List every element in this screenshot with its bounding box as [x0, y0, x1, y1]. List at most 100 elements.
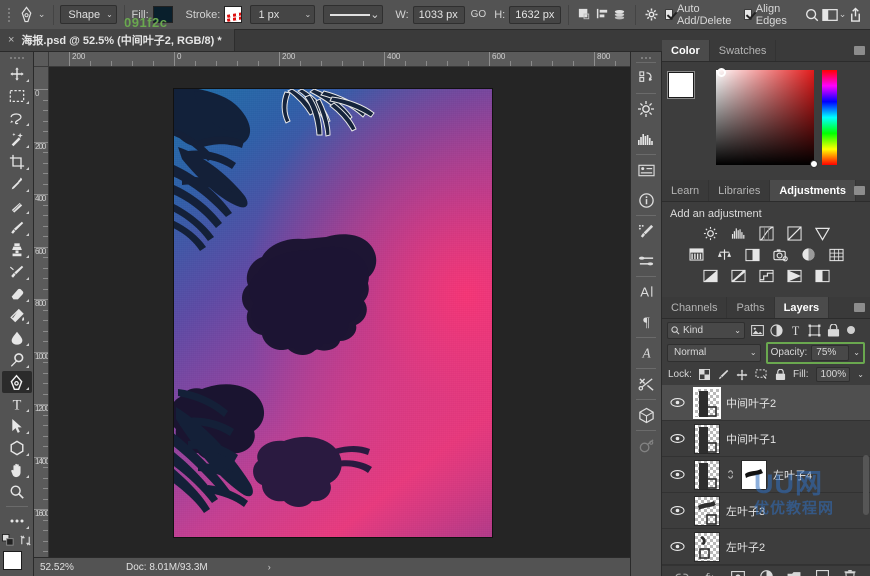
layer-thumbnail[interactable]	[694, 496, 720, 526]
shape-mode-select[interactable]: Shape ⌄	[60, 5, 117, 24]
tools-panel-grip[interactable]	[10, 54, 24, 63]
invert-icon[interactable]	[702, 268, 719, 283]
path-operations-icon[interactable]	[576, 3, 593, 27]
selective-color-icon[interactable]	[814, 268, 831, 283]
color-picker-handle[interactable]	[717, 68, 726, 77]
layer-visibility-icon[interactable]	[666, 505, 688, 516]
table-row[interactable]: 左叶子3	[662, 493, 870, 529]
stroke-color-swatch[interactable]	[224, 6, 242, 23]
mask-link-icon[interactable]	[726, 469, 735, 480]
auto-add-delete-checkbox[interactable]: Auto Add/Delete	[665, 3, 734, 27]
foreground-color-swatch[interactable]	[668, 72, 694, 98]
hue-saturation-icon[interactable]	[688, 247, 705, 262]
channel-mixer-icon[interactable]	[800, 247, 817, 262]
link-dimensions-button[interactable]: GO	[471, 9, 487, 20]
history-panel-icon[interactable]	[631, 63, 661, 93]
brush-settings-panel-icon[interactable]	[631, 216, 661, 246]
pixel-layers-icon[interactable]	[750, 323, 764, 338]
dodge-tool[interactable]	[2, 349, 32, 371]
opacity-control[interactable]: Opacity: 75% ⌄	[766, 342, 865, 364]
photo-filter-icon[interactable]	[772, 247, 789, 262]
path-alignment-icon[interactable]	[593, 3, 610, 27]
panel-menu-icon[interactable]	[854, 46, 865, 55]
color-swatches[interactable]	[3, 551, 31, 576]
shape-layers-icon[interactable]	[807, 323, 821, 338]
brushes-panel-icon[interactable]	[631, 246, 661, 276]
type-tool[interactable]: T	[2, 393, 32, 415]
tab-libraries[interactable]: Libraries	[709, 180, 770, 201]
horizontal-ruler[interactable]: 2000200400600800	[34, 52, 630, 67]
pen-tool-icon[interactable]	[15, 2, 38, 28]
filter-toggle-icon[interactable]	[847, 326, 855, 334]
delete-layer-button[interactable]	[843, 570, 857, 576]
tab-color[interactable]: Color	[662, 40, 710, 61]
clone-stamp-tool[interactable]	[2, 239, 32, 261]
quick-selection-tool[interactable]	[2, 129, 32, 151]
character-styles-panel-icon[interactable]: A	[631, 338, 661, 368]
chevron-down-icon[interactable]: ⌄	[857, 370, 864, 379]
layer-visibility-icon[interactable]	[666, 397, 688, 408]
gradient-map-icon[interactable]	[786, 268, 803, 283]
status-menu-arrow-icon[interactable]: ›	[268, 562, 271, 572]
tool-presets-panel-icon[interactable]	[631, 369, 661, 399]
layer-name[interactable]: 左叶子4	[773, 467, 812, 483]
options-bar-grip[interactable]	[4, 2, 15, 28]
histogram-panel-icon[interactable]	[631, 124, 661, 154]
layer-visibility-icon[interactable]	[666, 433, 688, 444]
shape-tool[interactable]	[2, 437, 32, 459]
lock-image-icon[interactable]	[718, 368, 730, 381]
color-panel-swatches[interactable]	[668, 72, 708, 112]
path-arrangement-icon[interactable]	[611, 3, 628, 27]
share-icon[interactable]	[847, 3, 864, 27]
paragraph-panel-icon[interactable]: ¶	[631, 307, 661, 337]
edit-toolbar-button[interactable]	[2, 510, 32, 532]
default-colors-icon[interactable]	[2, 534, 15, 547]
width-input[interactable]: 1033 px	[413, 6, 465, 24]
panel-menu-icon[interactable]	[854, 303, 865, 312]
tab-paths[interactable]: Paths	[727, 297, 774, 318]
move-tool[interactable]	[2, 63, 32, 85]
panel-menu-icon[interactable]	[854, 186, 865, 195]
history-brush-tool[interactable]	[2, 261, 32, 283]
layer-mask-thumbnail[interactable]	[741, 460, 767, 490]
stroke-style-select[interactable]: ⌄	[323, 5, 383, 24]
vertical-ruler[interactable]: 020040060080010001200140016001800	[34, 67, 49, 557]
stroke-width-select[interactable]: 1 px ⌄	[250, 5, 315, 24]
table-row[interactable]: 左叶子4	[662, 457, 870, 493]
adjustment-layers-icon[interactable]	[769, 323, 783, 338]
layer-name[interactable]: 左叶子3	[726, 503, 765, 519]
layer-thumbnail[interactable]	[694, 532, 720, 562]
layer-name[interactable]: 左叶子2	[726, 539, 765, 555]
color-lookup-icon[interactable]	[828, 247, 845, 262]
lock-position-icon[interactable]	[736, 368, 748, 381]
layer-list-scrollbar[interactable]	[863, 455, 869, 515]
eraser-tool[interactable]	[2, 283, 32, 305]
close-icon[interactable]: ×	[8, 34, 14, 46]
layer-style-button[interactable]: fx	[703, 570, 717, 576]
tab-adjustments[interactable]: Adjustments	[770, 180, 856, 201]
tab-swatches[interactable]: Swatches	[710, 40, 777, 61]
gradient-tool[interactable]	[2, 305, 32, 327]
new-layer-button[interactable]	[815, 570, 829, 576]
new-group-button[interactable]	[787, 570, 801, 576]
layer-visibility-icon[interactable]	[666, 469, 688, 480]
vibrance-icon[interactable]	[814, 226, 831, 241]
properties-panel-icon[interactable]	[631, 155, 661, 185]
info-panel-icon[interactable]	[631, 185, 661, 215]
hand-tool[interactable]	[2, 459, 32, 481]
healing-brush-tool[interactable]	[2, 195, 32, 217]
new-adjustment-layer-button[interactable]	[759, 570, 773, 576]
layer-thumbnail[interactable]	[694, 388, 720, 418]
fill-input[interactable]: 100%	[816, 367, 851, 382]
link-layers-button[interactable]	[675, 570, 689, 576]
table-row[interactable]: 中间叶子1	[662, 421, 870, 457]
table-row[interactable]: 中间叶子2	[662, 385, 870, 421]
foreground-color-swatch[interactable]	[3, 551, 22, 570]
table-row[interactable]: 左叶子2	[662, 529, 870, 565]
type-layers-icon[interactable]: T	[788, 323, 802, 338]
lock-artboard-icon[interactable]	[755, 368, 767, 381]
hue-slider[interactable]	[822, 70, 837, 165]
character-panel-icon[interactable]: A	[631, 277, 661, 307]
brightness-contrast-icon[interactable]	[702, 226, 719, 241]
zoom-tool[interactable]	[2, 481, 32, 503]
